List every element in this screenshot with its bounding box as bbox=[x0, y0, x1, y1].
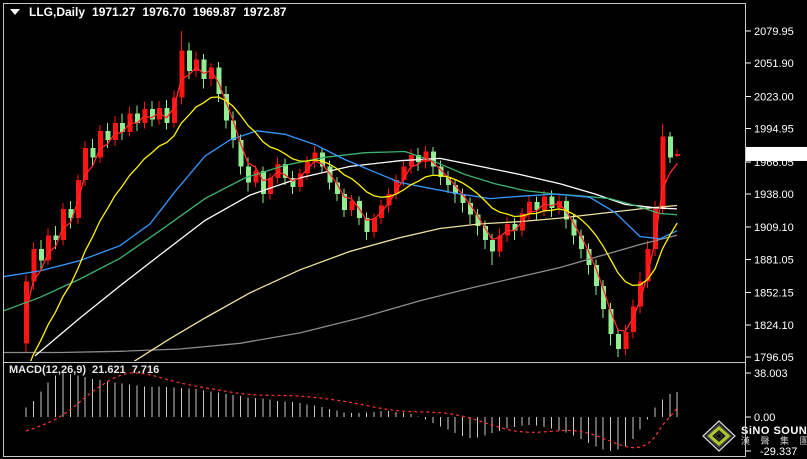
macd-main-value: 21.621 bbox=[92, 364, 126, 376]
candle-body bbox=[268, 177, 274, 195]
candle-body bbox=[98, 130, 103, 158]
macd-axis-label: 0.00 bbox=[754, 412, 775, 424]
ohlc-open-value: 1971.27 bbox=[92, 5, 136, 19]
price-axis-label: 2023.00 bbox=[754, 91, 794, 103]
candle-body bbox=[112, 122, 118, 141]
candle-body bbox=[490, 239, 496, 252]
candle-body bbox=[38, 249, 44, 261]
macd-signal-value: 7.716 bbox=[131, 364, 160, 376]
price-axis-label: 1824.10 bbox=[754, 320, 794, 332]
price-axis-label: 1852.15 bbox=[754, 288, 794, 300]
ma-mid-yellow bbox=[30, 96, 678, 361]
main-chart-area bbox=[4, 31, 681, 361]
ohlc-low-value: 1969.87 bbox=[192, 5, 237, 19]
candle-body bbox=[201, 59, 207, 80]
price-axis-label: 2051.90 bbox=[754, 58, 794, 70]
candle-body bbox=[667, 136, 673, 158]
candle-body bbox=[505, 223, 510, 236]
ohlc-close-value: 1972.87 bbox=[243, 5, 287, 19]
price-axis-label: 2079.95 bbox=[754, 26, 794, 38]
ohlc-high-value: 1976.70 bbox=[142, 5, 186, 19]
ma-fast-red bbox=[25, 66, 678, 332]
chart-title-bar: LLG,Daily 1971.27 1976.70 1969.87 1972.8… bbox=[10, 5, 287, 19]
candle-body bbox=[371, 218, 377, 232]
macd-axis-label: -29.337 bbox=[760, 446, 797, 458]
price-axis-label: 1994.95 bbox=[754, 124, 794, 136]
candle-body bbox=[623, 331, 629, 350]
candle-body bbox=[186, 50, 192, 72]
candle-body bbox=[90, 148, 96, 158]
candle-body bbox=[616, 334, 621, 350]
candle-body bbox=[253, 171, 259, 183]
trading-chart-window: 2079.95 2051.90 2023.00 1994.95 1966.05 1938.… bbox=[0, 0, 807, 459]
current-price-label: 1972.87 bbox=[754, 149, 794, 161]
price-axis-label: 1909.10 bbox=[754, 222, 794, 234]
candle-body bbox=[275, 164, 281, 178]
macd-indicator-label: MACD(12,26,9) 21.621 7.716 bbox=[9, 364, 159, 376]
price-chart-canvas[interactable]: 2079.952051.902023.001994.951966.051938.… bbox=[0, 0, 807, 459]
collapse-chevron-icon[interactable] bbox=[10, 9, 20, 15]
macd-panel-area bbox=[25, 372, 678, 451]
ma-slowest-gray bbox=[4, 234, 678, 354]
candle-body bbox=[31, 249, 37, 282]
price-axis-label: 1881.05 bbox=[754, 254, 794, 266]
macd-name-label: MACD(12,26,9) bbox=[9, 364, 87, 376]
macd-signal-line bbox=[25, 372, 678, 449]
candle-body bbox=[423, 151, 429, 162]
candle-body bbox=[246, 166, 251, 183]
price-axis-label: 1938.00 bbox=[754, 189, 794, 201]
candle-body bbox=[61, 208, 66, 240]
macd-axis-label: 38.003 bbox=[754, 368, 788, 380]
price-axis-label: 1796.05 bbox=[754, 352, 794, 364]
candle-body bbox=[675, 153, 681, 156]
symbol-timeframe-label: LLG,Daily bbox=[29, 5, 86, 19]
candle-body bbox=[179, 50, 185, 98]
candle-body bbox=[105, 130, 111, 141]
